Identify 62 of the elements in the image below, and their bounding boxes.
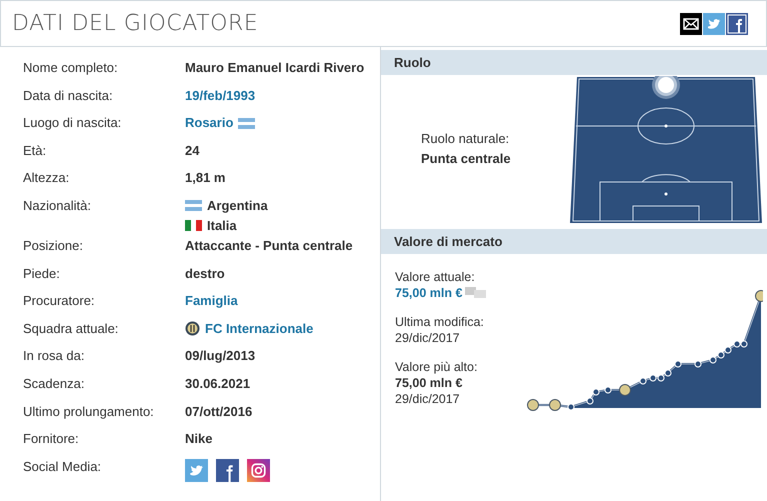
field-value: 24 bbox=[185, 142, 200, 160]
chat-icon bbox=[465, 287, 488, 299]
flag-icon bbox=[238, 118, 256, 129]
field-label: Età: bbox=[23, 142, 48, 160]
field-label: Nazionalità: bbox=[23, 196, 92, 215]
highest-value: 75,00 mln € bbox=[395, 375, 464, 391]
field-label: Social Media: bbox=[23, 458, 102, 476]
graph-point bbox=[549, 399, 561, 411]
role-value: Punta centrale bbox=[421, 150, 512, 168]
field-value: Attaccante - Punta centrale bbox=[185, 236, 353, 255]
flag-icon bbox=[185, 220, 202, 232]
mail-icon[interactable] bbox=[680, 12, 702, 34]
facebook-icon[interactable] bbox=[726, 12, 748, 34]
field-value: Mauro Emanuel Icardi Rivero bbox=[185, 59, 364, 77]
field-label: Posizione: bbox=[23, 236, 84, 255]
highest-date: 29/dic/2017 bbox=[395, 391, 461, 407]
value-link[interactable]: Famiglia bbox=[185, 291, 238, 312]
graph-point bbox=[604, 386, 612, 394]
field-label: Altezza: bbox=[23, 169, 70, 188]
field-label: Data di nascita: bbox=[23, 86, 114, 105]
graph-point bbox=[674, 360, 682, 368]
graph-point bbox=[755, 290, 763, 302]
graph-point bbox=[592, 388, 600, 396]
field-label: Piede: bbox=[23, 264, 61, 283]
field-value: Argentina bbox=[207, 196, 268, 215]
field-value: 09/lug/2013 bbox=[185, 347, 256, 366]
field-label: Fornitore: bbox=[23, 430, 80, 448]
field-value: Nike bbox=[185, 430, 212, 448]
section-header: Ruolo bbox=[381, 50, 767, 75]
value-link[interactable]: 19/feb/1993 bbox=[185, 86, 256, 106]
current-value: 75,00 mln € bbox=[395, 285, 462, 301]
section-header: Valore di mercato bbox=[381, 229, 767, 254]
graph-point bbox=[527, 399, 539, 411]
field-value: 07/ott/2016 bbox=[185, 402, 252, 421]
field-label: Squadra attuale: bbox=[23, 320, 120, 338]
graph-point bbox=[694, 360, 702, 368]
modified-date: 29/dic/2017 bbox=[395, 330, 461, 346]
field-label: In rosa da: bbox=[23, 347, 86, 366]
field-value: 30.06.2021 bbox=[185, 374, 250, 393]
field-label: Luogo di nascita: bbox=[23, 114, 122, 132]
field-value: destro bbox=[185, 264, 225, 283]
club-crest-icon bbox=[185, 321, 200, 336]
instagram-icon[interactable] bbox=[247, 458, 270, 482]
role-label: Ruolo naturale: bbox=[421, 130, 510, 148]
flag-icon bbox=[185, 200, 202, 212]
field-value: Italia bbox=[207, 216, 237, 235]
value-link[interactable]: Rosario bbox=[185, 113, 234, 134]
field-label: Nome completo: bbox=[23, 59, 119, 77]
field-label: Scadenza: bbox=[23, 374, 86, 393]
facebook-icon[interactable] bbox=[216, 458, 239, 482]
field-label: Ultimo prolungamento: bbox=[23, 402, 155, 421]
modified-label: Ultima modifica: bbox=[395, 314, 485, 330]
field-label: Procuratore: bbox=[23, 292, 96, 310]
current-value-label: Valore attuale: bbox=[395, 269, 476, 285]
graph-point bbox=[619, 384, 631, 396]
value-link[interactable]: FC Internazionale bbox=[205, 318, 314, 339]
field-value: 1,81 m bbox=[185, 169, 226, 188]
page-title: DATI DEL GIOCATORE bbox=[12, 10, 258, 38]
graph-point bbox=[640, 378, 646, 384]
twitter-icon[interactable] bbox=[185, 458, 208, 482]
graph-point bbox=[586, 398, 594, 404]
highest-value-label: Valore più alto: bbox=[395, 359, 478, 375]
